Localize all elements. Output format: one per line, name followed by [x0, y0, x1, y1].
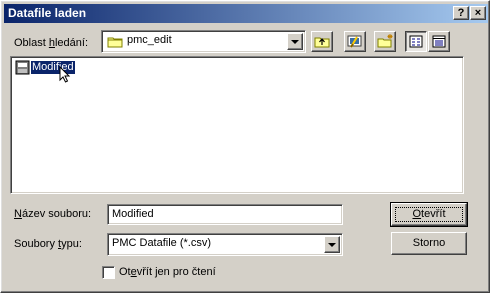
help-button[interactable]: ?	[453, 6, 469, 20]
file-type-label: Soubory typu:	[14, 238, 82, 250]
desktop-icon	[347, 35, 362, 48]
folder-icon	[107, 37, 123, 48]
open-file-dialog: Datafile laden ? × Oblast hledání: pmc_e…	[0, 0, 490, 293]
new-folder-button[interactable]	[374, 31, 396, 52]
cancel-button[interactable]: Storno	[391, 232, 467, 255]
read-only-checkbox[interactable]	[102, 266, 115, 279]
chevron-down-icon	[291, 40, 299, 44]
file-type-dropdown-button[interactable]	[324, 236, 340, 253]
look-in-combo[interactable]: pmc_edit	[101, 30, 306, 53]
details-view-icon	[432, 35, 446, 48]
new-folder-icon	[377, 34, 393, 48]
list-view-icon	[409, 35, 423, 48]
title-bar[interactable]: Datafile laden ? ×	[4, 4, 488, 23]
window-title: Datafile laden	[8, 6, 87, 20]
file-type-select[interactable]: PMC Datafile (*.csv)	[107, 233, 343, 256]
file-type-value: PMC Datafile (*.csv)	[112, 237, 212, 249]
file-list[interactable]	[10, 56, 464, 194]
file-name-input[interactable]: Modified	[107, 204, 343, 225]
look-in-label: Oblast hledání:	[14, 37, 89, 49]
details-view-button[interactable]	[428, 31, 450, 52]
file-name-field-label: Název souboru:	[14, 208, 92, 220]
close-icon: ×	[474, 7, 482, 19]
open-button[interactable]: Otevřít	[390, 202, 468, 227]
chevron-down-icon	[328, 243, 336, 247]
list-view-button[interactable]	[405, 31, 427, 52]
mouse-cursor-icon	[59, 66, 71, 83]
look-in-dropdown-button[interactable]	[287, 33, 303, 50]
desktop-button[interactable]	[344, 31, 366, 52]
read-only-label[interactable]: Otevřít jen pro čtení	[119, 266, 216, 278]
data-file-icon	[15, 60, 30, 75]
up-one-level-icon	[314, 37, 330, 48]
look-in-value: pmc_edit	[127, 34, 172, 46]
close-button[interactable]: ×	[470, 6, 486, 20]
up-one-level-button[interactable]	[311, 31, 333, 52]
help-icon: ?	[457, 7, 465, 19]
